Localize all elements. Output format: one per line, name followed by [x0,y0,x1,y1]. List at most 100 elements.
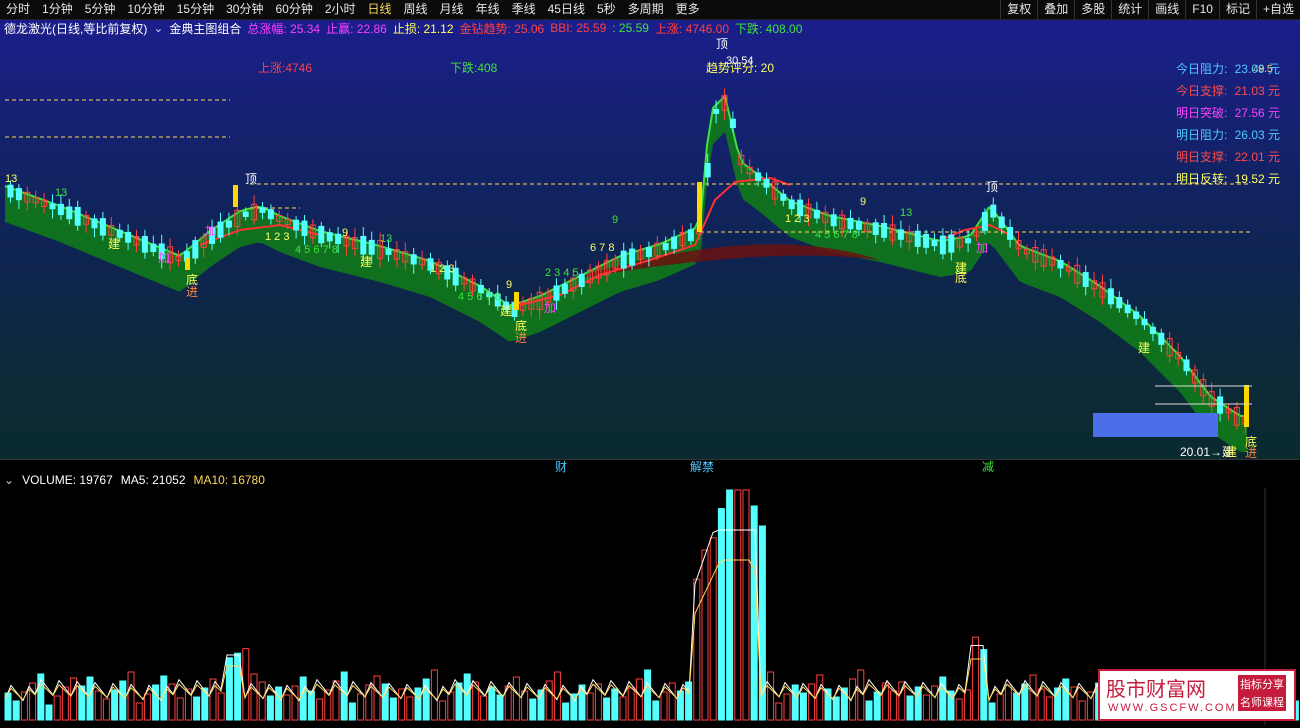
level-label: 明日支撑: [1175,150,1228,164]
volume-bar [726,489,734,721]
candle [704,163,711,178]
volume-bar [734,489,742,721]
event-strip: 财 解禁 减 [0,458,1300,475]
period-tab-16[interactable]: 更多 [670,0,706,19]
volume-bar [111,689,119,721]
candle [981,211,988,231]
tool-button-6[interactable]: 标记 [1218,0,1256,19]
indicator-infobar: 德龙激光(日线,等比前复权) ⌄ 金典主图组合 总涨幅: 25.34 止赢: 2… [0,20,808,36]
price-chart[interactable]: 上涨:4746 下跌:408 趋势评分: 20 顶 30.54 48.5 20.01→建建建… [0,20,1300,459]
ma10-label: MA10: 16780 [193,473,265,487]
period-tab-9[interactable]: 周线 [398,0,434,19]
tool-button-7[interactable]: +自选 [1255,0,1300,19]
candle [326,232,333,242]
chevron-down-icon[interactable]: ⌄ [153,21,163,35]
volume-bar [152,684,160,721]
event-reduce[interactable]: 减 [982,458,994,475]
tool-button-3[interactable]: 统计 [1111,0,1148,19]
signal-jia-1: 加 [205,224,217,238]
bbi2-value: : 25.59 [612,21,649,35]
candle [335,233,342,245]
period-tab-15[interactable]: 多周期 [622,0,670,19]
volume-bar [1004,684,1012,721]
period-tab-2[interactable]: 5分钟 [79,0,122,19]
up-count: 上涨: 4746.00 [654,21,730,36]
tool-button-1[interactable]: 叠加 [1037,0,1074,19]
volume-bar [176,697,184,721]
candle [301,220,308,236]
level-row-2: 明日突破: 27.56 元 [1176,104,1280,121]
volume-bar [86,676,94,721]
volume-bar [1045,696,1053,721]
period-tab-0[interactable]: 分时 [0,0,36,19]
level-label: 明日阻力: [1175,128,1228,142]
candle [1141,318,1148,326]
volume-bar [931,685,939,721]
volume-bar [258,681,266,721]
candlestick-svg: 上涨:4746 下跌:408 趋势评分: 20顶30.5448.520.01→建建建… [4,37,1273,459]
level-label: 今日阻力: [1175,62,1228,76]
stock-title[interactable]: 德龙激光(日线,等比前复权) [4,20,147,37]
candle [1149,326,1156,335]
period-tab-6[interactable]: 60分钟 [269,0,318,19]
tool-button-4[interactable]: 画线 [1148,0,1185,19]
volume-bar [143,693,151,721]
chevron-down-icon[interactable]: ⌄ [4,473,14,487]
candle [293,219,300,231]
event-finance[interactable]: 财 [555,458,567,475]
signal-jian-2: 建 [500,304,512,318]
volume-bar [488,686,496,721]
volume-bar [685,681,693,721]
count-digits-15: 13 [900,207,912,219]
candle [125,231,132,243]
tool-button-0[interactable]: 复权 [1000,0,1037,19]
volume-bar [717,508,725,721]
period-tab-13[interactable]: 45日线 [542,0,591,19]
period-tab-4[interactable]: 15分钟 [171,0,220,19]
period-tab-12[interactable]: 季线 [506,0,542,19]
volume-bar [980,649,988,721]
period-tab-5[interactable]: 30分钟 [220,0,269,19]
period-tab-11[interactable]: 年线 [470,0,506,19]
volume-bar [922,694,930,721]
volume-bar [316,698,324,721]
candle [645,247,652,258]
event-unlock[interactable]: 解禁 [690,458,714,475]
signal-bar-3 [697,182,702,232]
candle [629,248,636,266]
period-tab-10[interactable]: 月线 [434,0,470,19]
period-tab-1[interactable]: 1分钟 [36,0,79,19]
signal-jian-0: 建 [108,237,120,251]
volume-bar [652,700,660,721]
volume-bar [865,700,873,721]
template-name[interactable]: 金典主图组合 [169,20,241,37]
watermark-tag2: 名师课程 [1238,693,1286,711]
volume-bar [422,678,430,721]
count-digits-7: 4 5 6 7 8 [458,291,501,303]
period-tab-7[interactable]: 2小时 [319,0,362,19]
candle [360,235,367,255]
candle [729,118,736,129]
tool-button-5[interactable]: F10 [1185,0,1219,19]
candle [578,273,585,287]
volume-bar [553,671,561,721]
volume-bar [644,669,652,721]
candle [74,206,81,226]
volume-bar [742,489,750,721]
candle [939,235,946,255]
candle [780,193,787,201]
volume-bar [906,695,914,721]
watermark-url: WWW.GSCFW.COM [1108,702,1237,714]
tool-buttons: 复权 叠加 多股 统计 画线 F10 标记 +自选 [1000,0,1300,19]
period-tab-3[interactable]: 10分钟 [121,0,170,19]
period-tab-14[interactable]: 5秒 [591,0,622,19]
volume-bar [193,696,201,721]
level-label: 明日反转: [1175,172,1228,186]
candle [91,218,98,229]
candle [755,172,762,181]
tool-button-2[interactable]: 多股 [1074,0,1111,19]
volume-bar [808,683,816,721]
count-digits-6: 1 2 3 [430,263,454,275]
period-tab-8[interactable]: 日线 [362,0,398,19]
candle [7,184,14,198]
